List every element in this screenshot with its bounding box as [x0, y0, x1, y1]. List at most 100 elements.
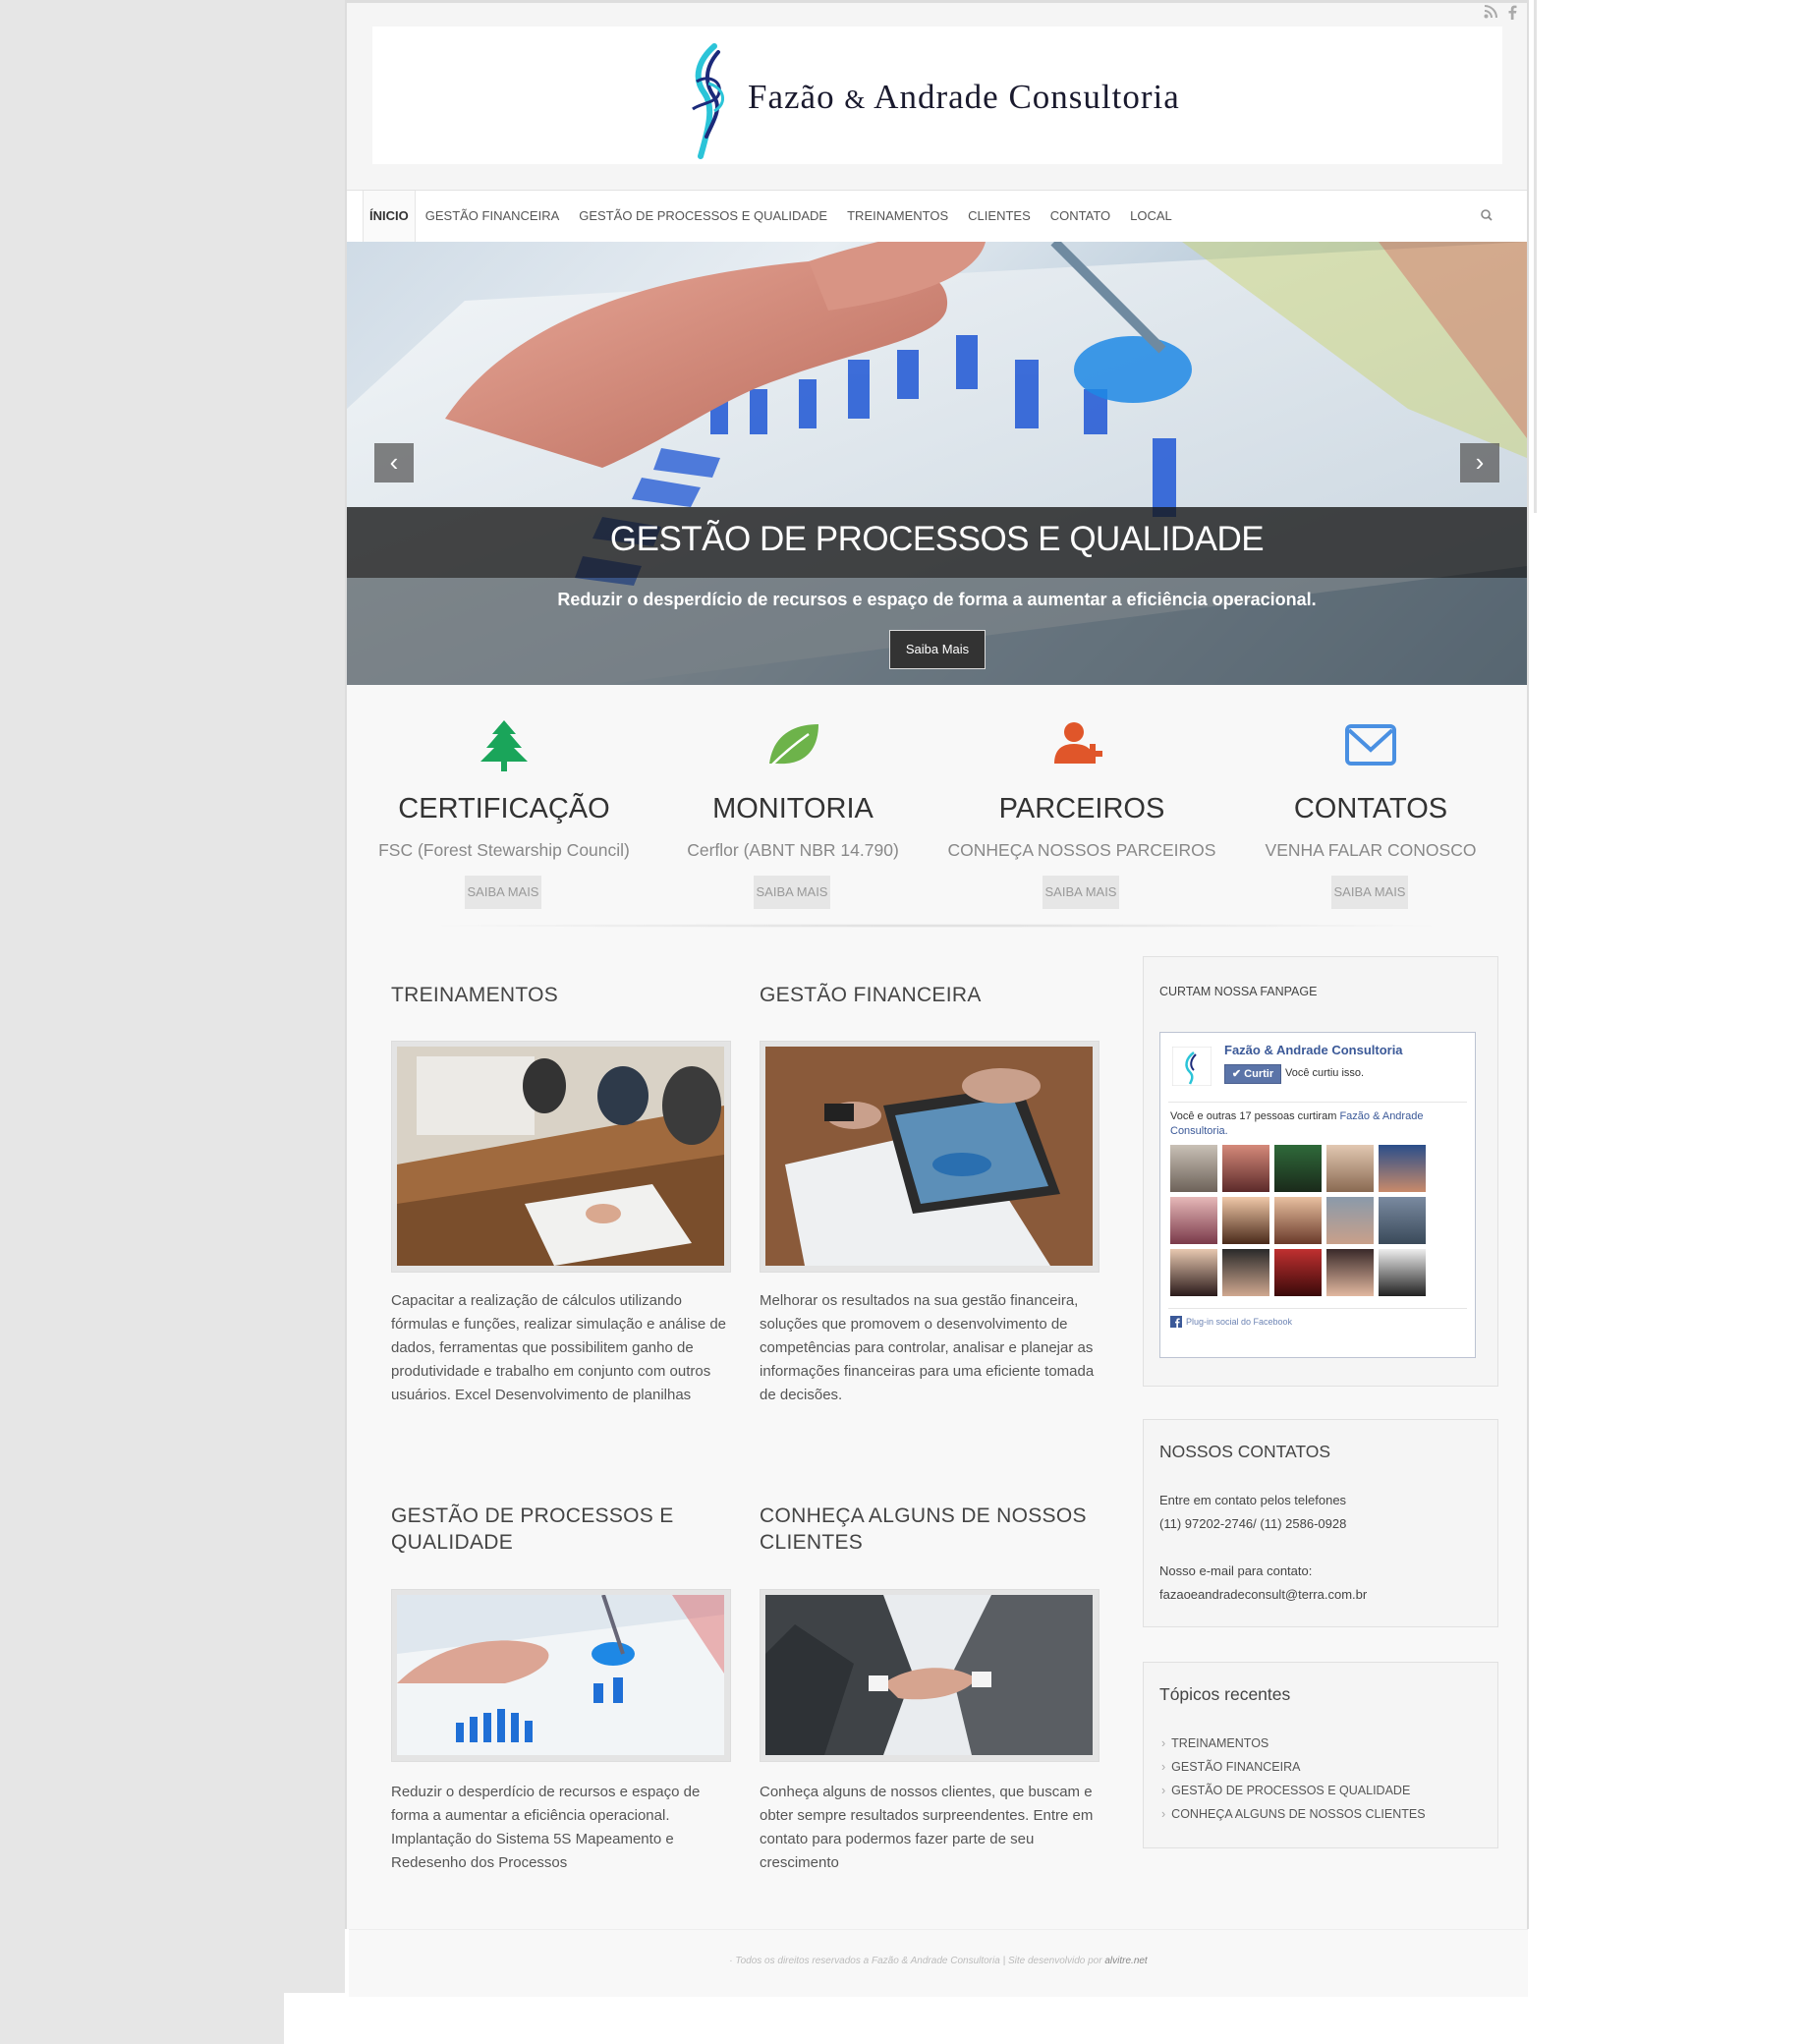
- post-clientes: CONHEÇA ALGUNS DE NOSSOS CLIENTES Conheç…: [760, 1503, 1101, 1871]
- fanpage-widget: CURTAM NOSSA FANPAGE Fazão & Andrade Con…: [1143, 956, 1498, 1387]
- facebook-like-box: Fazão & Andrade Consultoria ✔ Curtir Voc…: [1159, 1032, 1476, 1358]
- fb-face[interactable]: [1379, 1197, 1426, 1244]
- brand-word-3: Consultoria: [1008, 78, 1180, 116]
- slider-saiba-mais-button[interactable]: Saiba Mais: [889, 630, 986, 669]
- leaf-icon: [769, 724, 818, 766]
- feature-title: CERTIFICAÇÃO: [398, 793, 610, 824]
- page-edge: [1534, 0, 1537, 513]
- contacts-widget: NOSSOS CONTATOS Entre em contato pelos t…: [1143, 1419, 1498, 1627]
- nav-item-inicio[interactable]: ÍNICIO: [363, 191, 416, 242]
- page-avatar[interactable]: [1172, 1047, 1212, 1086]
- nav-item-clientes[interactable]: CLIENTES: [958, 191, 1041, 242]
- post-excerpt: Melhorar os resultados na sua gestão fin…: [760, 1292, 1095, 1403]
- post-thumbnail[interactable]: [391, 1589, 731, 1762]
- fb-face[interactable]: [1170, 1197, 1217, 1244]
- post-title[interactable]: GESTÃO DE PROCESSOS E QUALIDADE: [391, 1503, 733, 1556]
- section-divider: [406, 924, 1467, 928]
- feature-subtitle: Cerflor (ABNT NBR 14.790): [687, 840, 899, 860]
- feature-subtitle: CONHEÇA NOSSOS PARCEIROS: [947, 840, 1216, 860]
- facebook-icon: [1170, 1316, 1182, 1328]
- fb-likes-summary: Você e outras 17 pessoas curtiram Fazão …: [1170, 1109, 1465, 1139]
- brand-ampersand: &: [844, 85, 867, 114]
- feature-saiba-mais-button[interactable]: SAIBA MAIS: [1043, 876, 1119, 909]
- slider-prev-button[interactable]: ‹: [374, 443, 414, 483]
- fb-face[interactable]: [1222, 1249, 1269, 1296]
- post-gestao-financeira: GESTÃO FINANCEIRA Melhorar os resultados…: [760, 982, 1101, 1403]
- fb-face[interactable]: [1379, 1249, 1426, 1296]
- email-address[interactable]: fazaoeandradeconsult@terra.com.br: [1159, 1583, 1484, 1607]
- post-image: [765, 1047, 1093, 1266]
- rss-icon[interactable]: [1484, 5, 1497, 24]
- post-thumbnail[interactable]: [391, 1041, 731, 1273]
- footer-credit-link[interactable]: alvitre.net: [1104, 1956, 1147, 1966]
- divider: [1168, 1308, 1467, 1309]
- widget-title: NOSSOS CONTATOS: [1159, 1442, 1331, 1461]
- nav-item-gestao-processos[interactable]: GESTÃO DE PROCESSOS E QUALIDADE: [569, 191, 837, 242]
- recent-post-link[interactable]: GESTÃO FINANCEIRA: [1161, 1755, 1426, 1779]
- facebook-icon[interactable]: [1507, 5, 1517, 24]
- site-header: Fazão & Andrade Consultoria: [347, 3, 1527, 190]
- nav-item-contato[interactable]: CONTATO: [1041, 191, 1120, 242]
- post-image: [397, 1047, 724, 1266]
- fb-page-name[interactable]: Fazão & Andrade Consultoria: [1224, 1043, 1403, 1057]
- divider: [1168, 1102, 1467, 1103]
- hero-slider: ‹ › GESTÃO DE PROCESSOS E QUALIDADE Redu…: [347, 242, 1527, 685]
- recent-posts-widget: Tópicos recentes TREINAMENTOS GESTÃO FIN…: [1143, 1662, 1498, 1848]
- fb-face[interactable]: [1222, 1145, 1269, 1192]
- feature-saiba-mais-button[interactable]: SAIBA MAIS: [465, 876, 541, 909]
- brand-logo[interactable]: Fazão & Andrade Consultoria: [679, 38, 1268, 161]
- fb-face[interactable]: [1274, 1197, 1322, 1244]
- footer-text: Todos os direitos reservados a Fazão & A…: [735, 1956, 1105, 1966]
- post-treinamentos: TREINAMENTOS Capacitar a realização de c…: [391, 982, 733, 1403]
- features-row: CERTIFICAÇÃO FSC (Forest Stewarship Coun…: [347, 685, 1527, 921]
- fb-face[interactable]: [1274, 1249, 1322, 1296]
- feature-subtitle: FSC (Forest Stewarship Council): [378, 840, 630, 860]
- search-icon[interactable]: [1478, 206, 1497, 226]
- feature-subtitle: VENHA FALAR CONOSCO: [1265, 840, 1477, 860]
- fb-face[interactable]: [1326, 1197, 1374, 1244]
- fb-face[interactable]: [1274, 1145, 1322, 1192]
- nav-item-gestao-financeira[interactable]: GESTÃO FINANCEIRA: [416, 191, 570, 242]
- recent-post-link[interactable]: CONHEÇA ALGUNS DE NOSSOS CLIENTES: [1161, 1802, 1425, 1826]
- nav-item-treinamentos[interactable]: TREINAMENTOS: [837, 191, 958, 242]
- post-image: [765, 1595, 1093, 1755]
- fb-liked-text: Você curtiu isso.: [1285, 1067, 1365, 1079]
- footer-copyright: · Todos os direitos reservados a Fazão &…: [729, 1956, 1148, 1966]
- fb-plugin-text: Plug-in social do Facebook: [1186, 1317, 1293, 1327]
- post-gestao-processos: GESTÃO DE PROCESSOS E QUALIDADE Reduzir …: [391, 1503, 733, 1871]
- phone-numbers: (11) 97202-2746/ (11) 2586-0928: [1159, 1516, 1347, 1531]
- feature-title: MONITORIA: [712, 793, 874, 824]
- site-footer: · Todos os direitos reservados a Fazão &…: [349, 1929, 1528, 1997]
- main-nav: ÍNICIO GESTÃO FINANCEIRA GESTÃO DE PROCE…: [347, 190, 1527, 243]
- slider-next-button[interactable]: ›: [1460, 443, 1499, 483]
- post-title[interactable]: TREINAMENTOS: [391, 982, 733, 1008]
- post-image: [397, 1595, 724, 1755]
- recent-posts-list: TREINAMENTOS GESTÃO FINANCEIRA GESTÃO DE…: [1161, 1732, 1426, 1826]
- post-excerpt: Conheça alguns de nossos clientes, que b…: [760, 1784, 1094, 1871]
- fb-face[interactable]: [1379, 1145, 1426, 1192]
- post-thumbnail[interactable]: [760, 1589, 1099, 1762]
- nav-item-local[interactable]: LOCAL: [1120, 191, 1182, 242]
- fb-face[interactable]: [1170, 1249, 1217, 1296]
- fb-like-label: Curtir: [1244, 1068, 1274, 1080]
- feature-title: PARCEIROS: [998, 793, 1165, 824]
- contacts-body: Entre em contato pelos telefones (11) 97…: [1159, 1489, 1484, 1607]
- post-title[interactable]: CONHEÇA ALGUNS DE NOSSOS CLIENTES: [760, 1503, 1101, 1556]
- recent-post-link[interactable]: TREINAMENTOS: [1161, 1732, 1426, 1755]
- fb-face[interactable]: [1326, 1249, 1374, 1296]
- fb-face[interactable]: [1170, 1145, 1217, 1192]
- add-user-icon: [1054, 722, 1102, 764]
- logo-mark-icon: [692, 43, 724, 159]
- fb-face[interactable]: [1326, 1145, 1374, 1192]
- feature-saiba-mais-button[interactable]: SAIBA MAIS: [754, 876, 830, 909]
- recent-post-link[interactable]: GESTÃO DE PROCESSOS E QUALIDADE: [1161, 1779, 1426, 1802]
- email-label: Nosso e-mail para contato:: [1159, 1563, 1313, 1578]
- fb-face[interactable]: [1222, 1197, 1269, 1244]
- post-excerpt: Capacitar a realização de cálculos utili…: [391, 1292, 727, 1403]
- fb-like-button[interactable]: ✔ Curtir: [1224, 1064, 1281, 1084]
- feature-saiba-mais-button[interactable]: SAIBA MAIS: [1331, 876, 1408, 909]
- post-thumbnail[interactable]: [760, 1041, 1099, 1273]
- post-title[interactable]: GESTÃO FINANCEIRA: [760, 982, 1101, 1008]
- envelope-icon: [1345, 724, 1396, 766]
- fb-plugin-credit[interactable]: Plug-in social do Facebook: [1170, 1316, 1292, 1328]
